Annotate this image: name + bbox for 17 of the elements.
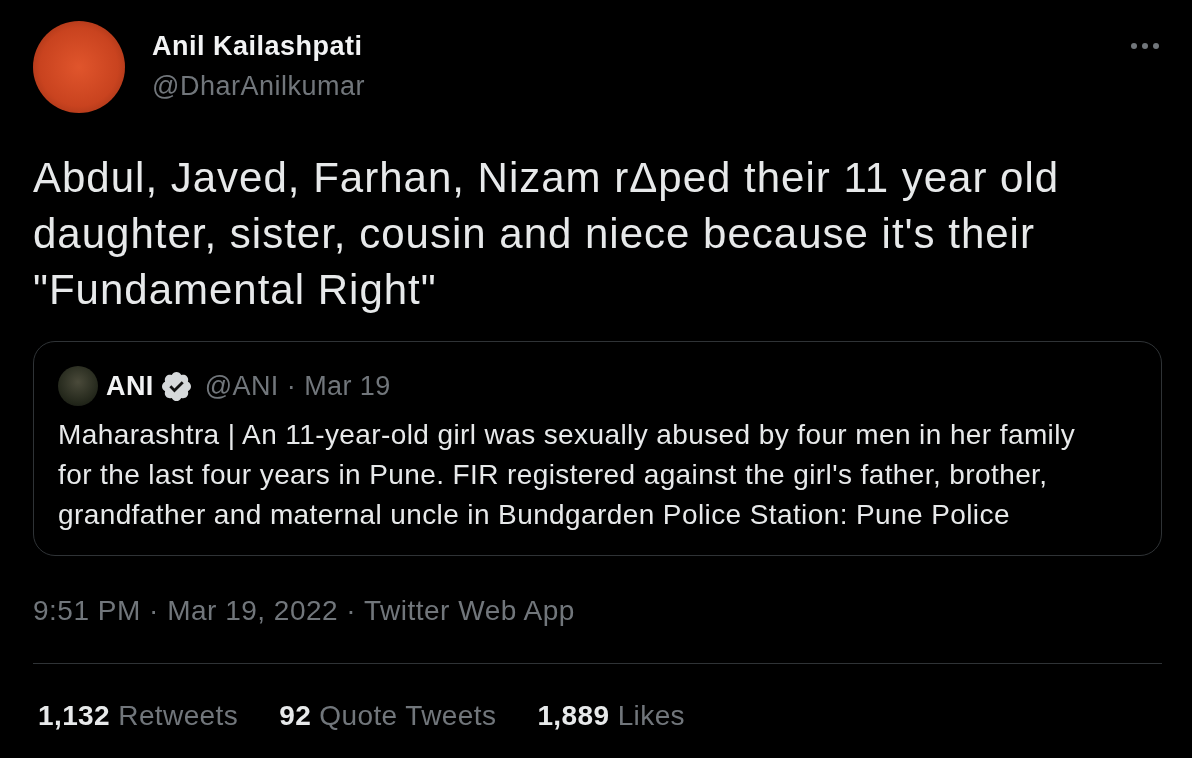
avatar-image bbox=[58, 366, 98, 406]
quoted-author-name: ANI bbox=[106, 370, 154, 402]
stat-link[interactable]: 1,889 Likes bbox=[537, 698, 685, 734]
stat-link[interactable]: 92 Quote Tweets bbox=[279, 698, 497, 734]
timestamp-link[interactable]: 9:51 PM · Mar 19, 2022 bbox=[33, 593, 339, 629]
stat-link[interactable]: 1,132 Retweets bbox=[38, 698, 239, 734]
more-icon[interactable] bbox=[1131, 43, 1159, 49]
dot-separator: · bbox=[346, 594, 356, 628]
quoted-tweet-card[interactable] bbox=[33, 341, 1162, 556]
quoted-tweet-date[interactable]: Mar 19 bbox=[304, 370, 391, 402]
dot-separator: · bbox=[286, 370, 297, 402]
source-link[interactable]: Twitter Web App bbox=[364, 593, 575, 629]
author-handle[interactable]: @DharAnilkumar bbox=[152, 68, 365, 104]
author-name[interactable]: Anil Kailashpati bbox=[152, 28, 363, 64]
quoted-tweet-text: Maharashtra | An 11-year-old girl was sexually abused by four men in her family for the last four years in Pune. FIR registered against the girl's father, brother, grandfather and maternal uncle in Bundgarden Police Station: Pune Police bbox=[58, 418, 1077, 532]
quoted-author-handle: @ANI bbox=[204, 370, 279, 402]
tweet-text: Abdul, Javed, Farhan, Nizam rΔped their 11 year old daughter, sister, cousin and niece because it's their "Fundamental Right" bbox=[33, 153, 1061, 315]
